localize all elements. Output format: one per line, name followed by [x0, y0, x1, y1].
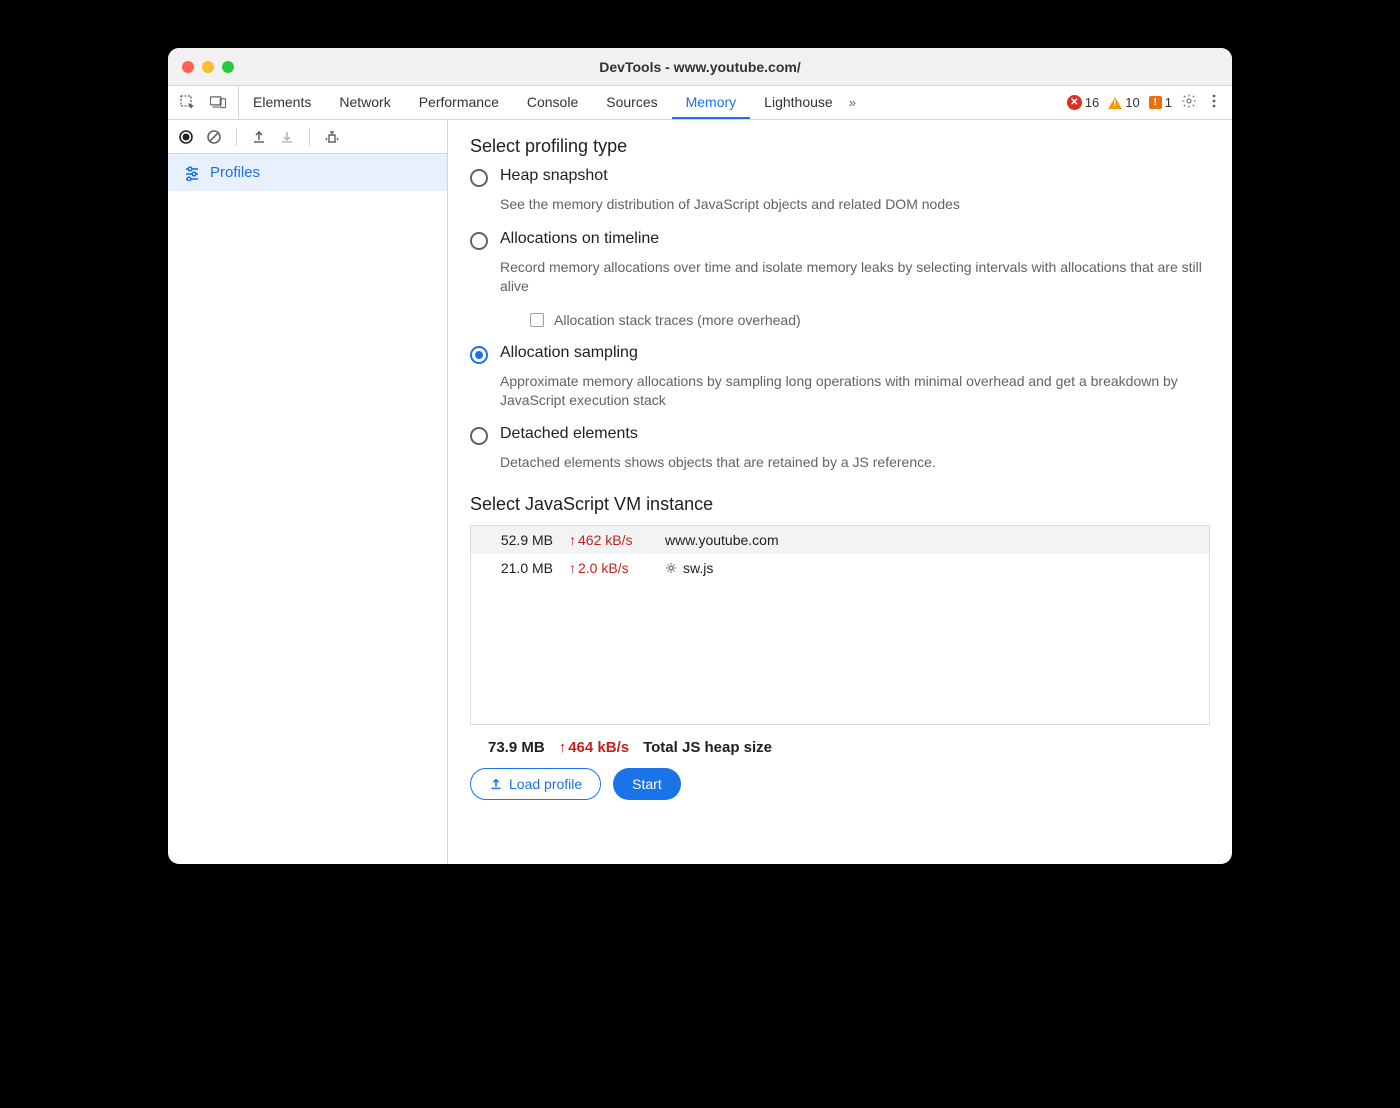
start-label: Start: [632, 776, 662, 792]
warning-icon: [1108, 97, 1122, 109]
memory-toolbar: [168, 120, 448, 154]
sidebar-item-label: Profiles: [210, 164, 260, 181]
status-area: ✕ 16 10 ! 1: [1057, 86, 1232, 119]
start-button[interactable]: Start: [613, 768, 681, 800]
panel-body: Profiles Select profiling type Heap snap…: [168, 120, 1232, 864]
profiling-type-title: Select profiling type: [470, 136, 1210, 157]
up-arrow-icon: ↑: [569, 532, 576, 548]
tab-elements[interactable]: Elements: [239, 86, 325, 119]
settings-icon[interactable]: [1181, 93, 1197, 112]
radio-detached-label: Detached elements: [500, 425, 638, 443]
stack-traces-checkbox-row: Allocation stack traces (more overhead): [530, 312, 1210, 328]
stack-traces-label: Allocation stack traces (more overhead): [554, 312, 801, 328]
close-window-button[interactable]: [182, 61, 194, 73]
radio-timeline-label: Allocations on timeline: [500, 230, 659, 248]
issues-count[interactable]: ! 1: [1149, 95, 1172, 110]
vm-instance-list: 52.9 MB ↑462 kB/s www.youtube.com 21.0 M…: [470, 525, 1210, 725]
radio-sampling[interactable]: [470, 346, 488, 364]
option-allocations-timeline[interactable]: Allocations on timeline: [470, 230, 1210, 250]
option-detached-elements[interactable]: Detached elements: [470, 425, 1210, 445]
radio-detached[interactable]: [470, 427, 488, 445]
collect-garbage-icon[interactable]: [324, 129, 340, 145]
radio-timeline[interactable]: [470, 232, 488, 250]
separator: [309, 128, 310, 146]
radio-heap-label: Heap snapshot: [500, 167, 608, 185]
action-buttons: Load profile Start: [470, 768, 1210, 800]
up-arrow-icon: ↑: [559, 739, 567, 756]
upload-icon[interactable]: [251, 129, 267, 145]
radio-sampling-desc: Approximate memory allocations by sampli…: [500, 372, 1210, 410]
up-arrow-icon: ↑: [569, 560, 576, 576]
window-controls: [168, 61, 234, 73]
issues-icon: !: [1149, 96, 1162, 109]
stack-traces-checkbox[interactable]: [530, 313, 544, 327]
vm-size: 52.9 MB: [483, 532, 553, 548]
radio-detached-desc: Detached elements shows objects that are…: [500, 453, 1210, 472]
total-label: Total JS heap size: [643, 739, 772, 756]
gear-icon: [665, 562, 677, 574]
tab-lighthouse[interactable]: Lighthouse: [750, 86, 847, 119]
option-allocation-sampling[interactable]: Allocation sampling: [470, 344, 1210, 364]
panel-tabs: Elements Network Performance Console Sou…: [239, 86, 858, 119]
more-options-icon[interactable]: [1206, 93, 1222, 112]
zoom-window-button[interactable]: [222, 61, 234, 73]
vm-row-worker[interactable]: 21.0 MB ↑2.0 kB/s sw.js: [471, 554, 1209, 582]
total-heap-row: 73.9 MB ↑464 kB/s Total JS heap size: [488, 739, 1210, 756]
sidebar-item-profiles[interactable]: Profiles: [168, 154, 447, 191]
tab-console[interactable]: Console: [513, 86, 592, 119]
total-rate: ↑464 kB/s: [559, 739, 629, 756]
tab-memory[interactable]: Memory: [672, 86, 751, 119]
devtools-window: DevTools - www.youtube.com/ Elements Net…: [168, 48, 1232, 864]
sidebar: Profiles: [168, 120, 448, 864]
window-title: DevTools - www.youtube.com/: [168, 59, 1232, 75]
error-count-value: 16: [1085, 95, 1099, 110]
download-icon[interactable]: [279, 129, 295, 145]
minimize-window-button[interactable]: [202, 61, 214, 73]
more-tabs-icon[interactable]: »: [847, 95, 858, 110]
option-heap-snapshot[interactable]: Heap snapshot: [470, 167, 1210, 187]
separator: [236, 128, 237, 146]
radio-heap-desc: See the memory distribution of JavaScrip…: [500, 195, 1210, 214]
clear-icon[interactable]: [206, 129, 222, 145]
vm-rate: ↑2.0 kB/s: [569, 560, 649, 576]
radio-sampling-label: Allocation sampling: [500, 344, 638, 362]
upload-icon: [489, 777, 503, 791]
device-toolbar-icon[interactable]: [210, 95, 226, 111]
main-tab-bar: Elements Network Performance Console Sou…: [168, 86, 1232, 120]
radio-timeline-desc: Record memory allocations over time and …: [500, 258, 1210, 296]
error-icon: ✕: [1067, 95, 1082, 110]
titlebar: DevTools - www.youtube.com/: [168, 48, 1232, 86]
tab-performance[interactable]: Performance: [405, 86, 513, 119]
tab-sources[interactable]: Sources: [592, 86, 671, 119]
tab-network[interactable]: Network: [325, 86, 404, 119]
record-icon[interactable]: [178, 129, 194, 145]
vm-row-main[interactable]: 52.9 MB ↑462 kB/s www.youtube.com: [471, 526, 1209, 554]
error-count[interactable]: ✕ 16: [1067, 95, 1099, 110]
vm-section-title: Select JavaScript VM instance: [470, 494, 1210, 515]
inspect-element-icon[interactable]: [180, 95, 196, 111]
inspect-tools: [168, 86, 239, 119]
warning-count[interactable]: 10: [1108, 95, 1139, 110]
radio-heap[interactable]: [470, 169, 488, 187]
vm-name: sw.js: [665, 560, 713, 576]
main-content: Select profiling type Heap snapshot See …: [448, 120, 1232, 864]
issues-count-value: 1: [1165, 95, 1172, 110]
warning-count-value: 10: [1125, 95, 1139, 110]
load-profile-label: Load profile: [509, 776, 582, 792]
vm-name: www.youtube.com: [665, 532, 779, 548]
sliders-icon: [184, 165, 200, 181]
vm-rate: ↑462 kB/s: [569, 532, 649, 548]
vm-size: 21.0 MB: [483, 560, 553, 576]
load-profile-button[interactable]: Load profile: [470, 768, 601, 800]
total-size: 73.9 MB: [488, 739, 545, 756]
